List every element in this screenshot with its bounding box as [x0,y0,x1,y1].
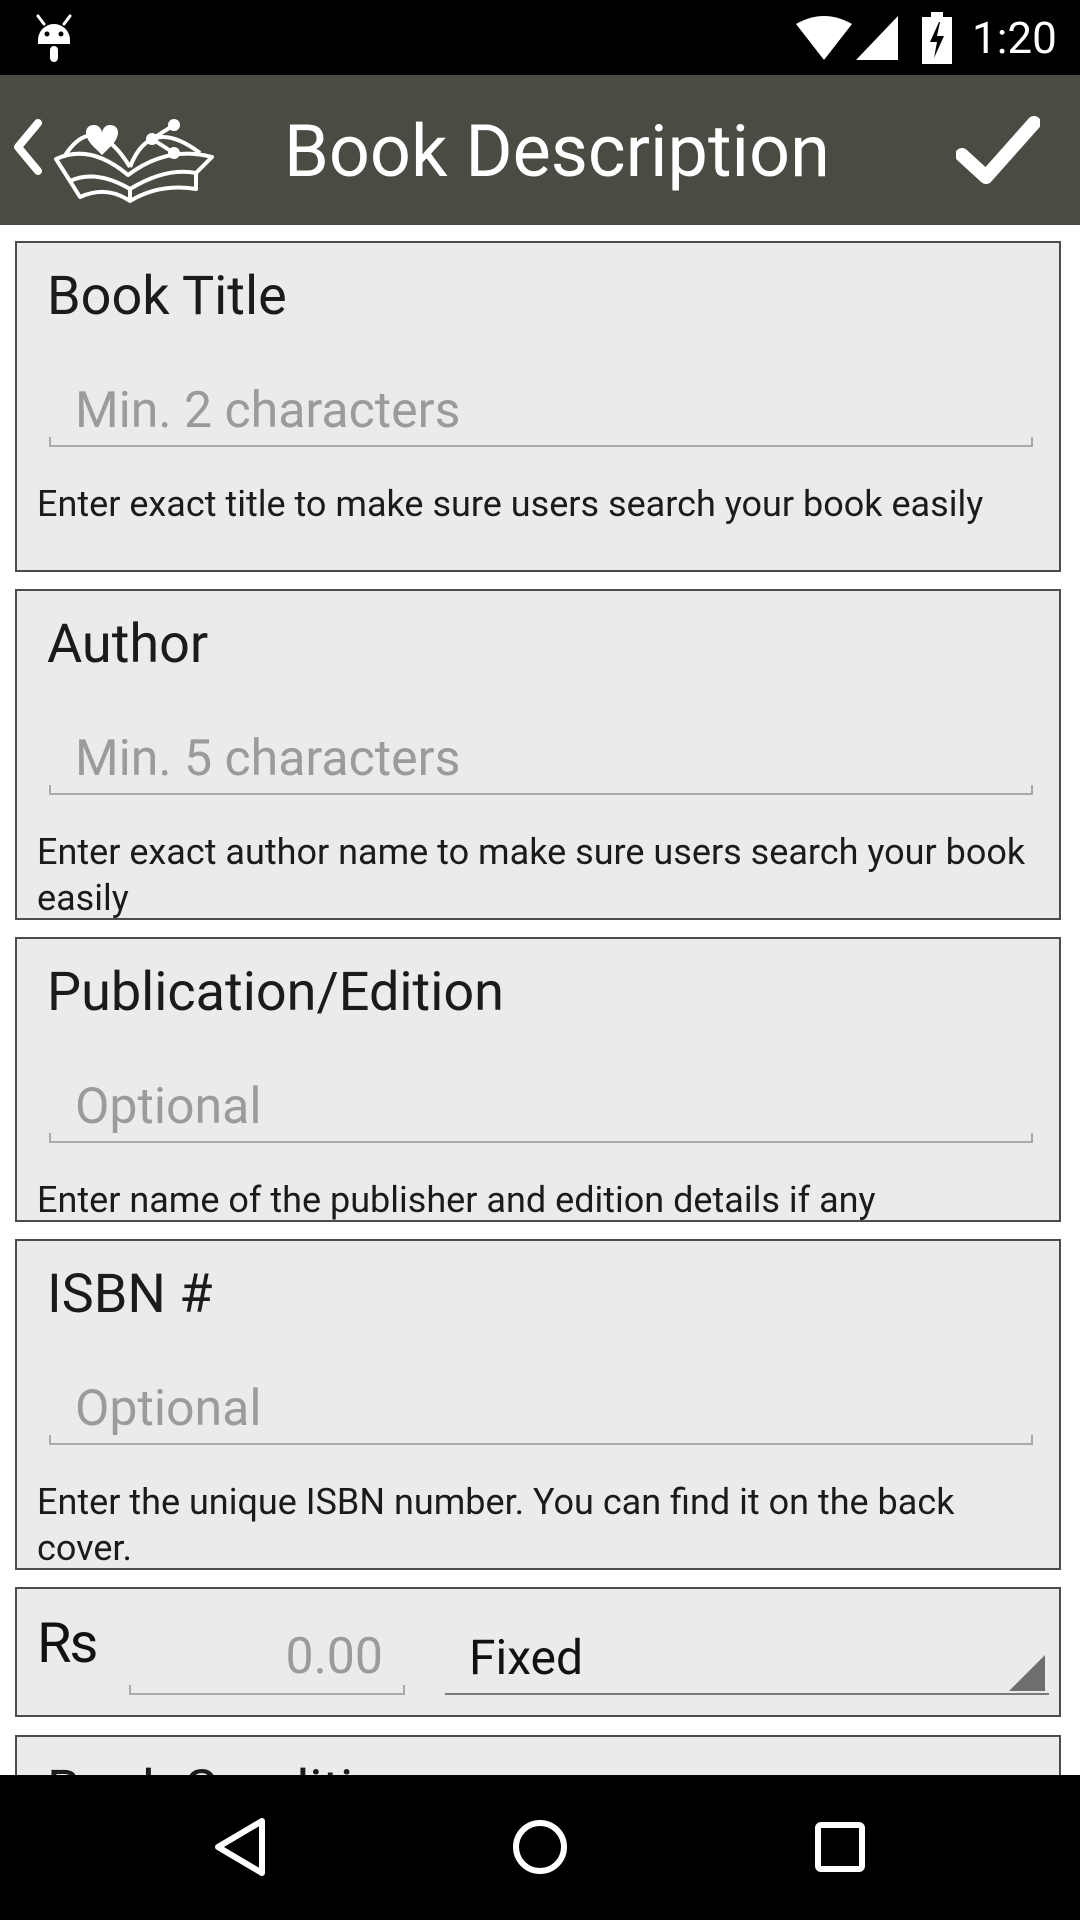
pricing-type-value: Fixed [469,1629,584,1686]
book-condition-label: Book Conditi [47,1759,353,1775]
publication-card: Publication/Edition Optional Enter name … [15,937,1061,1222]
book-title-card: Book Title Min. 2 characters Enter exact… [15,241,1061,572]
screen: 1:20 Book Description Book Title Min. 2 … [0,0,1080,1920]
book-title-label: Book Title [47,265,287,328]
price-card: Rs 0.00 Fixed [15,1587,1061,1717]
author-label: Author [47,613,209,676]
checkmark-icon[interactable] [956,115,1040,187]
publication-helper-text: Enter name of the publisher and edition … [37,1179,876,1221]
input-underline [49,1133,1033,1143]
action-bar: Book Description [0,75,1080,225]
battery-charging-icon [922,12,952,64]
book-condition-card: Book Conditi [15,1735,1061,1775]
publication-input[interactable]: Optional [49,1071,1033,1143]
book-title-helper-text: Enter exact title to make sure users sea… [37,483,984,525]
input-underline [49,785,1033,795]
nav-home-icon [513,1820,567,1874]
isbn-helper-text: Enter the unique ISBN number. You can fi… [37,1481,955,1569]
cell-signal-icon [856,16,898,60]
pricing-type-select[interactable]: Fixed [445,1621,1049,1695]
currency-label: Rs [37,1610,98,1676]
nav-home-button[interactable] [480,1795,600,1899]
book-title-input[interactable]: Min. 2 characters [49,375,1033,447]
input-underline [49,1435,1033,1445]
author-helper-text: Enter exact author name to make sure use… [37,831,1026,919]
nav-back-icon [215,1818,265,1876]
author-card: Author Min. 5 characters Enter exact aut… [15,589,1061,920]
status-time: 1:20 [972,12,1057,64]
isbn-input[interactable]: Optional [49,1373,1033,1445]
nav-recents-button[interactable] [780,1795,900,1899]
wifi-icon [796,16,852,60]
isbn-label: ISBN # [47,1263,213,1326]
isbn-card: ISBN # Optional Enter the unique ISBN nu… [15,1239,1061,1570]
page-title: Book Description [284,109,830,194]
dropdown-triangle-icon [1009,1655,1045,1691]
navigation-bar [0,1775,1080,1920]
price-input[interactable]: 0.00 [129,1621,405,1695]
input-underline [49,437,1033,447]
author-input[interactable]: Min. 5 characters [49,723,1033,795]
back-chevron-icon[interactable] [10,117,44,177]
input-underline [129,1685,405,1695]
publication-label: Publication/Edition [47,961,504,1024]
book-heart-share-logo-icon[interactable] [50,97,218,205]
select-underline [445,1693,1049,1695]
form-content: Book Title Min. 2 characters Enter exact… [0,225,1080,1775]
nav-recents-icon [815,1822,865,1872]
price-placeholder: 0.00 [285,1628,384,1686]
nav-back-button[interactable] [180,1795,300,1899]
android-debug-icon [36,14,72,62]
status-bar: 1:20 [0,0,1080,75]
